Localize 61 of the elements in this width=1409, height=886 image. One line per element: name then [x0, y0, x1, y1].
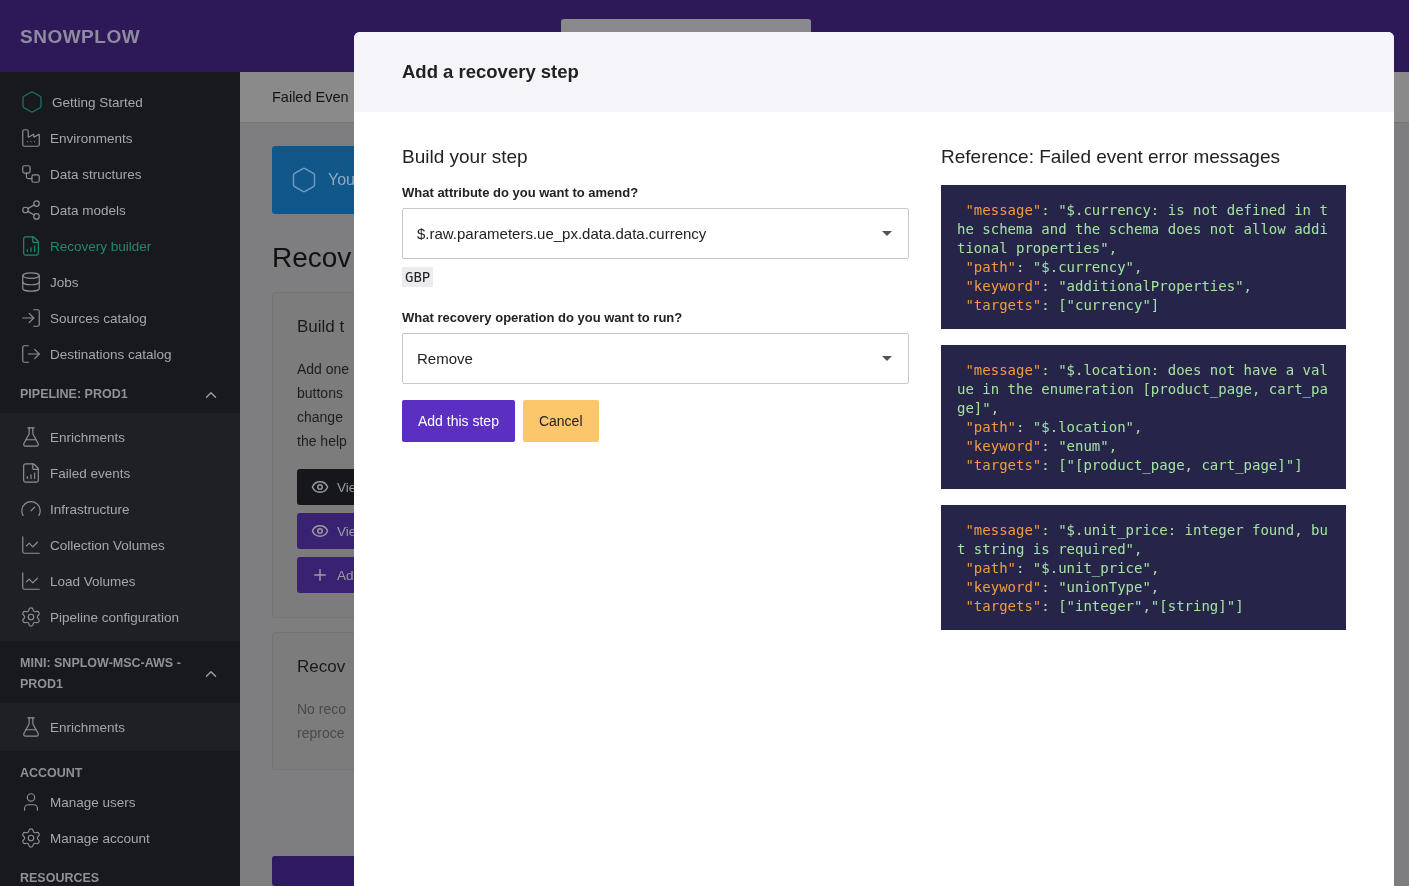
sidebar-item[interactable]: Failed events	[0, 455, 240, 491]
plus-icon	[311, 566, 329, 584]
field-label: What recovery operation do you want to run?	[402, 310, 684, 325]
settings-icon	[20, 606, 42, 628]
modal-title: Add a recovery step	[402, 61, 579, 83]
section-title: RESOURCES	[20, 870, 101, 886]
sidebar-item[interactable]: Getting Started	[0, 84, 240, 120]
flask-icon	[20, 426, 42, 448]
section-title: PIPELINE: PROD1	[20, 386, 129, 403]
operation-select[interactable]: Remove	[402, 333, 909, 384]
settings-icon	[20, 827, 42, 849]
section-heading: Reference: Failed event error messages	[941, 146, 1281, 168]
attribute-select[interactable]: $.raw.parameters.ue_px.data.data.currency	[402, 208, 909, 259]
add-step-button[interactable]: Add this step	[402, 400, 515, 442]
value-hint: GBP	[402, 267, 434, 287]
sidebar-item[interactable]: Manage users	[0, 784, 240, 820]
caret-icon	[882, 231, 892, 236]
caret-icon	[882, 356, 892, 361]
banner-text: You	[328, 171, 355, 189]
eye-icon	[311, 478, 329, 496]
sidebar-item[interactable]: Pipeline configuration	[0, 599, 240, 635]
card-text: Add one buttons change the help	[297, 360, 350, 451]
line-chart-icon	[20, 534, 42, 556]
hexagon-icon	[20, 90, 44, 114]
card-title: Build t	[297, 317, 345, 337]
database-icon	[20, 271, 42, 293]
sidebar-item[interactable]: Destinations catalog	[0, 336, 240, 372]
code-block: "message": "$.currency: is not defined in the schema and the schema does not allow additional properties", "path": "$.currency", "keyword": "additionalProperties", "targets": ["currency"]	[941, 185, 1346, 329]
chart-file-icon	[20, 235, 42, 257]
sidebar-item[interactable]: Data models	[0, 192, 240, 228]
flow-icon	[20, 163, 42, 185]
sidebar-item[interactable]: Collection Volumes	[0, 527, 240, 563]
section-heading: Build your step	[402, 146, 529, 168]
card-title: Recov	[297, 657, 346, 677]
flask-icon	[20, 716, 42, 738]
sidebar-item[interactable]: Environments	[0, 120, 240, 156]
sidebar-item[interactable]: Sources catalog	[0, 300, 240, 336]
section-title: MINI: SNPLOW-MSC-AWS -PROD1	[20, 655, 182, 693]
sidebar-item[interactable]: Manage account	[0, 820, 240, 856]
nodes-icon	[20, 199, 42, 221]
code-block: "message": "$.location: does not have a value in the enumeration [product_page, cart_page]", "path": "$.location", "keyword": "enum", "targets": ["[product_page, cart_page]"]	[941, 345, 1346, 489]
breadcrumb-text: Failed Even	[272, 89, 349, 105]
code-block: "message": "$.unit_price: integer found, but string is required", "path": "$.unit_price", "keyword": "unionType", "targets": ["integer","[string]"]	[941, 505, 1346, 630]
hexagon-icon	[290, 166, 318, 194]
sidebar-item[interactable]: Load Volumes	[0, 563, 240, 599]
sidebar-item[interactable]: Data structures	[0, 156, 240, 192]
field-label: What attribute do you want to amend?	[402, 185, 640, 200]
chart-file-icon	[20, 462, 42, 484]
sidebar-item[interactable]: Infrastructure	[0, 491, 240, 527]
page-heading: Recov	[272, 242, 352, 274]
sidebar-item[interactable]: Enrichments	[0, 419, 240, 455]
sidebar-item[interactable]: Recovery builder	[0, 228, 240, 264]
section-title: ACCOUNT	[20, 765, 84, 782]
logo: SNOWPLOW	[19, 25, 142, 48]
cancel-button[interactable]: Cancel	[522, 400, 599, 442]
line-chart-icon	[20, 570, 42, 592]
sidebar-item[interactable]: Jobs	[0, 264, 240, 300]
factory-icon	[20, 127, 42, 149]
logout-icon	[20, 343, 42, 365]
login-icon	[20, 307, 42, 329]
eye-icon	[311, 522, 329, 540]
